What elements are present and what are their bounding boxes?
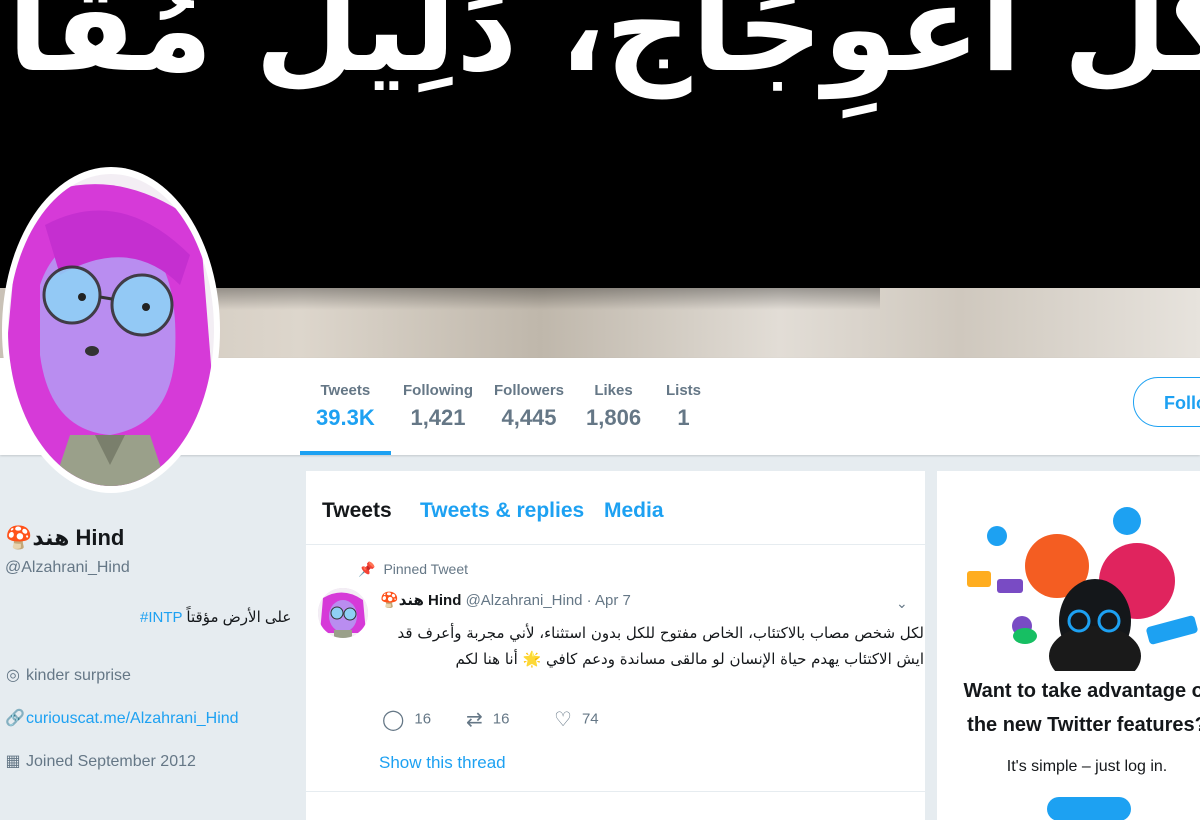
mushroom-icon: 🍄 xyxy=(5,525,33,550)
stat-label: Likes xyxy=(594,382,633,399)
avatar[interactable] xyxy=(0,165,222,495)
follow-button[interactable]: Follo xyxy=(1133,377,1200,427)
location-icon: ◎ xyxy=(6,667,20,684)
stat-likes[interactable]: Likes 1,806 xyxy=(586,382,641,431)
joined-text: Joined September 2012 xyxy=(26,753,196,770)
retweet-button[interactable]: ⇄ 16 xyxy=(466,707,509,732)
tweet-header: 🍄هند Hind @Alzahrani_Hind · Apr 7 xyxy=(380,591,631,609)
reply-icon: ◯ xyxy=(382,709,405,731)
profile-joined: ▦ Joined September 2012 xyxy=(5,751,196,771)
location-text: kinder surprise xyxy=(26,667,131,684)
retweet-icon: ⇄ xyxy=(466,709,483,731)
reply-button[interactable]: ◯ 16 xyxy=(382,707,431,732)
profile-bio: #INTP على الأرض مؤقتاً xyxy=(140,608,291,626)
stat-value: 1,421 xyxy=(410,405,466,430)
profile-name-text: هند Hind xyxy=(32,525,125,550)
profile-location: ◎ kinder surprise xyxy=(5,665,131,685)
tweet-avatar[interactable] xyxy=(318,588,368,638)
stat-value: 1,806 xyxy=(586,405,642,430)
chevron-down-icon[interactable]: ⌄ xyxy=(896,595,908,612)
tweet-author-handle[interactable]: @Alzahrani_Hind · Apr 7 xyxy=(466,592,631,609)
website-link[interactable]: curiouscat.me/Alzahrani_Hind xyxy=(26,710,239,727)
bio-hashtag[interactable]: #INTP xyxy=(140,609,182,626)
timeline-tabs: Tweets Tweets & replies Media xyxy=(306,471,925,545)
tweet-divider xyxy=(306,791,925,792)
promo-illustration xyxy=(967,507,1198,671)
calendar-icon: ▦ xyxy=(5,753,21,770)
like-button[interactable]: ♡ 74 xyxy=(554,707,599,732)
like-icon: ♡ xyxy=(554,709,572,731)
tweet-author-name[interactable]: هند Hind xyxy=(399,592,462,609)
pin-icon: 📌 xyxy=(358,561,376,577)
link-icon: 🔗 xyxy=(5,710,25,727)
show-thread-link[interactable]: Show this thread xyxy=(379,753,506,773)
stat-value: 39.3K xyxy=(316,405,375,430)
pinned-label: 📌 Pinned Tweet xyxy=(358,561,468,578)
tab-tweets-replies[interactable]: Tweets & replies xyxy=(420,499,584,523)
tab-tweets[interactable]: Tweets xyxy=(322,499,392,523)
pinned-text: Pinned Tweet xyxy=(383,561,469,577)
avatar-image xyxy=(2,167,220,493)
like-count: 74 xyxy=(581,710,599,728)
tweet-text: لكل شخص مصاب بالاكتئاب، الخاص مفتوح للكل… xyxy=(397,624,924,668)
timeline: Tweets Tweets & replies Media 📌 Pinned Tw… xyxy=(306,471,925,820)
banner-text: كل اعْوِجَاج، دَلِيل مُقَاوَمَة xyxy=(0,0,1200,99)
stat-followers[interactable]: Followers 4,445 xyxy=(494,382,564,431)
bio-text: على الأرض مؤقتاً xyxy=(186,609,292,626)
tab-media[interactable]: Media xyxy=(604,499,664,523)
banner-shade xyxy=(180,240,880,310)
stat-lists[interactable]: Lists 1 xyxy=(666,382,701,431)
mushroom-icon: 🍄 xyxy=(380,592,399,609)
stat-following[interactable]: Following 1,421 xyxy=(403,382,473,431)
reply-count: 16 xyxy=(414,710,432,728)
stat-value: 1 xyxy=(677,405,690,430)
stat-label: Following xyxy=(403,382,473,399)
profile-website[interactable]: 🔗curiouscat.me/Alzahrani_Hind xyxy=(5,708,239,728)
login-promo-card: Want to take advantage of the new Twitte… xyxy=(937,471,1200,820)
profile-handle[interactable]: @Alzahrani_Hind xyxy=(5,559,130,577)
tweet-avatar-image xyxy=(318,588,368,638)
profile-name[interactable]: 🍄هند Hind xyxy=(5,525,124,551)
promo-title: Want to take advantage of the new Twitte… xyxy=(963,680,1200,736)
retweet-count: 16 xyxy=(492,710,510,728)
stat-value: 4,445 xyxy=(501,405,557,430)
stat-tweets[interactable]: Tweets 39.3K xyxy=(300,382,391,455)
login-button[interactable] xyxy=(1047,797,1131,820)
promo-subtitle: It's simple – just log in. xyxy=(1006,758,1168,775)
stat-label: Followers xyxy=(494,382,565,399)
stat-label: Lists xyxy=(666,382,702,399)
stat-label: Tweets xyxy=(320,382,371,399)
